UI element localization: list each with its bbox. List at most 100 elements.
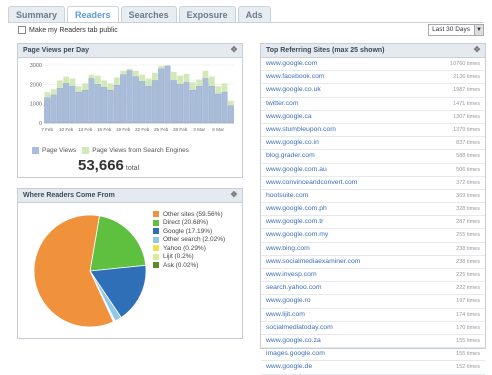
readers-pie-chart xyxy=(33,214,147,328)
x-tick-label: 25 Feb xyxy=(154,127,169,132)
table-row: www.google.ro 197 times xyxy=(261,295,485,309)
readers-source-panel: Where Readers Come From ✥ Other sites (5… xyxy=(17,188,243,339)
table-row: www.google.ca 1307 times xyxy=(261,111,485,124)
table-row: www.google.com.tr 287 times xyxy=(261,216,485,230)
bar-page-views xyxy=(113,85,120,124)
referring-site-link[interactable]: www.facebook.com xyxy=(266,71,325,83)
x-tick-label: 28 Feb xyxy=(173,127,188,132)
referring-site-count: 174 times xyxy=(456,311,480,318)
legend-item: Lijit (0.2%) xyxy=(153,253,225,262)
referring-site-link[interactable]: search.yahoo.com xyxy=(266,282,322,294)
table-row: search.yahoo.com 222 times xyxy=(261,282,485,296)
referring-site-link[interactable]: www.stumbleupon.com xyxy=(266,124,336,136)
move-icon[interactable]: ✥ xyxy=(473,46,481,54)
table-row: www.lijit.com 174 times xyxy=(261,309,485,322)
legend-label: Google (17.19%) xyxy=(163,227,213,235)
bar-page-views xyxy=(170,80,177,124)
public-label: Make my Readers tab public xyxy=(29,26,118,34)
tab-searches[interactable]: Searches xyxy=(120,6,177,23)
table-row: www.stumbleupon.com 1379 times xyxy=(261,124,485,138)
table-row: www.google.co.in 837 times xyxy=(261,137,485,151)
referring-site-link[interactable]: www.bing.com xyxy=(266,243,310,255)
referring-site-link[interactable]: www.socialmediaexaminer.com xyxy=(266,256,360,268)
legend-label: Ask (0.02%) xyxy=(163,261,199,269)
referring-site-link[interactable]: twitter.com xyxy=(266,98,298,110)
referring-site-link[interactable]: www.lijit.com xyxy=(266,309,305,321)
referring-site-link[interactable]: www.google.co.in xyxy=(266,137,319,149)
bar-page-views xyxy=(158,68,165,124)
bar-page-views xyxy=(215,93,222,124)
table-row: socialmediatoday.com 170 times xyxy=(261,322,485,335)
page-views-title: Page Views per Day xyxy=(23,47,90,54)
referring-site-link[interactable]: www.google.co.za xyxy=(266,335,321,347)
referring-site-link[interactable]: www.google.com.au xyxy=(266,164,327,176)
referring-site-count: 287 times xyxy=(456,219,480,226)
legend-swatch xyxy=(153,262,159,269)
referring-site-count: 506 times xyxy=(456,166,480,173)
legend-item: Other sites (59.56%) xyxy=(153,210,225,219)
referring-site-count: 155 times xyxy=(456,351,480,358)
table-row: www.facebook.com 2136 times xyxy=(261,71,485,85)
bar-page-views xyxy=(139,81,146,124)
tab-summary[interactable]: Summary xyxy=(8,6,66,23)
public-checkbox[interactable] xyxy=(18,26,26,34)
bar-page-views xyxy=(88,78,95,124)
referring-site-link[interactable]: www.google.com xyxy=(266,58,317,70)
x-tick-label: 19 Feb xyxy=(116,127,131,132)
tab-ads[interactable]: Ads xyxy=(237,6,271,23)
referring-site-link[interactable]: www.google.com.tr xyxy=(266,216,323,228)
tab-exposure[interactable]: Exposure xyxy=(178,6,236,23)
bar-page-views xyxy=(183,82,190,124)
referring-site-count: 255 times xyxy=(456,232,480,239)
legend-item: Ask (0.02%) xyxy=(153,261,225,270)
referring-site-link[interactable]: socialmediatoday.com xyxy=(266,322,333,334)
table-row: www.convinceandconvert.com 372 times xyxy=(261,177,485,190)
referring-site-count: 238 times xyxy=(456,245,480,252)
referring-site-count: 225 times xyxy=(456,272,480,278)
bar-page-views xyxy=(189,89,196,124)
referring-site-link[interactable]: www.google.co.uk xyxy=(266,84,321,96)
x-tick-label: 6 Mar xyxy=(212,127,224,132)
legend-item-page-views: Page Views xyxy=(32,147,76,154)
referring-site-link[interactable]: www.google.com.my xyxy=(266,229,328,241)
referring-site-link[interactable]: images.google.com xyxy=(266,348,325,360)
referring-site-link[interactable]: www.google.ca xyxy=(266,111,312,123)
readers-legend: Other sites (59.56%) Direct (20.68%) Googl… xyxy=(153,210,225,270)
referring-site-count: 238 times xyxy=(456,258,480,265)
x-tick-label: 10 Feb xyxy=(59,127,74,132)
bar-page-views xyxy=(208,86,215,124)
bar-page-views xyxy=(145,86,152,124)
table-row: www.google.com.my 255 times xyxy=(261,229,485,243)
referring-site-link[interactable]: www.google.de xyxy=(266,361,312,373)
tab-divider xyxy=(8,22,484,23)
referring-site-link[interactable]: hootsuite.com xyxy=(266,190,308,202)
tab-readers[interactable]: Readers xyxy=(67,6,119,23)
referring-site-link[interactable]: www.google.ro xyxy=(266,295,311,307)
date-range-select[interactable]: Last 30 Days ▼ xyxy=(428,24,484,36)
table-row: www.invesp.com 225 times xyxy=(261,269,485,283)
referring-site-link[interactable]: www.google.com.ph xyxy=(266,203,327,215)
table-row: www.google.de 152 times xyxy=(261,361,485,375)
referring-sites-list: www.google.com 10760 times www.facebook.co… xyxy=(261,58,485,375)
referring-site-link[interactable]: www.invesp.com xyxy=(266,269,317,281)
chevron-down-icon[interactable]: ▼ xyxy=(474,25,483,35)
date-range-value: Last 30 Days xyxy=(432,26,470,33)
bar-page-views xyxy=(202,78,209,124)
tab-bar: Summary Readers Searches Exposure Ads xyxy=(8,6,271,23)
bar-page-views xyxy=(132,76,139,124)
bar-page-views xyxy=(101,87,108,124)
legend-label: Direct (20.68%) xyxy=(163,219,209,227)
public-toggle[interactable]: Make my Readers tab public xyxy=(18,26,118,34)
move-icon[interactable]: ✥ xyxy=(230,191,238,199)
referring-site-link[interactable]: blog.grader.com xyxy=(266,150,315,162)
bar-page-views xyxy=(75,91,82,124)
referring-sites-title: Top Referring Sites (max 25 shown) xyxy=(266,47,385,54)
referring-site-link[interactable]: www.convinceandconvert.com xyxy=(266,177,357,189)
referring-site-count: 1379 times xyxy=(453,126,480,133)
referring-site-count: 837 times xyxy=(456,140,480,147)
legend-item: Google (17.19%) xyxy=(153,227,225,236)
table-row: www.socialmediaexaminer.com 238 times xyxy=(261,256,485,269)
total-page-views: 53,666 total xyxy=(78,157,139,174)
total-label: total xyxy=(125,165,140,172)
move-icon[interactable]: ✥ xyxy=(230,46,238,54)
